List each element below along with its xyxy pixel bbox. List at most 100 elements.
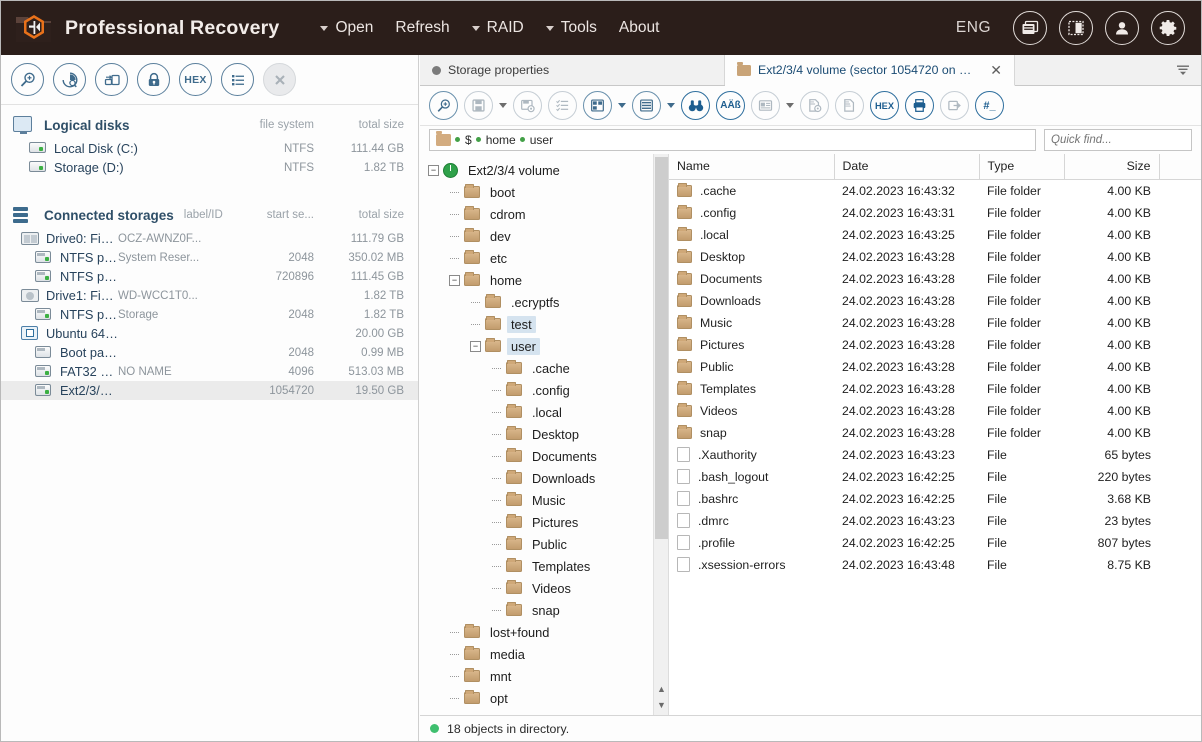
storage-row[interactable]: Drive1: Fixed WDC ...WD-WCC1T0...1.82 TB (1, 286, 418, 305)
windows-icon[interactable] (1013, 11, 1047, 45)
hash-button[interactable]: #_ (975, 91, 1004, 120)
text-encoding-button[interactable]: AÄß (716, 91, 745, 120)
file-copy-button[interactable] (835, 91, 864, 120)
storage-row[interactable]: FAT32 partitionNO NAME4096513.03 MB (1, 362, 418, 381)
scan-magnifier-button[interactable] (11, 63, 44, 96)
tree-node[interactable]: lost+found (420, 621, 668, 643)
collapse-toggle-icon[interactable]: − (470, 341, 481, 352)
table-row[interactable]: Videos24.02.2023 16:43:28File folder4.00… (669, 400, 1201, 422)
collapse-toggle-icon[interactable]: − (449, 275, 460, 286)
menu-open[interactable]: Open (309, 15, 384, 41)
lock-button[interactable] (137, 63, 170, 96)
tree-node[interactable]: test (420, 313, 668, 335)
table-row[interactable]: .cache24.02.2023 16:43:32File folder4.00… (669, 180, 1201, 202)
tree-node[interactable]: Pictures (420, 511, 668, 533)
storage-row[interactable]: Ubuntu 64-bit.vmdk20.00 GB (1, 324, 418, 343)
column-header-type[interactable]: Type (979, 154, 1064, 180)
table-row[interactable]: .Xauthority24.02.2023 16:43:23File65 byt… (669, 444, 1201, 466)
table-row[interactable]: .bash_logout24.02.2023 16:42:25File220 b… (669, 466, 1201, 488)
storage-row[interactable]: NTFS partitionStorage20481.82 TB (1, 305, 418, 324)
close-icon[interactable]: ✕ (990, 62, 1002, 79)
menu-about[interactable]: About (608, 15, 671, 41)
scrollbar-thumb[interactable] (655, 157, 668, 539)
tree-scrollbar[interactable]: ▲ ▼ (653, 154, 668, 715)
tree-node[interactable]: Music (420, 489, 668, 511)
export-button[interactable] (940, 91, 969, 120)
tree-node[interactable]: mnt (420, 665, 668, 687)
table-row[interactable]: .xsession-errors24.02.2023 16:43:48File8… (669, 554, 1201, 576)
table-row[interactable]: .profile24.02.2023 16:42:25File807 bytes (669, 532, 1201, 554)
file-settings-button[interactable] (800, 91, 829, 120)
list-item[interactable]: Local Disk (C:) NTFS 111.44 GB (1, 139, 418, 158)
menu-tools[interactable]: Tools (535, 15, 608, 41)
tab-list-icon[interactable] (1165, 55, 1201, 85)
table-row[interactable]: Public24.02.2023 16:43:28File folder4.00… (669, 356, 1201, 378)
table-row[interactable]: Documents24.02.2023 16:43:28File folder4… (669, 268, 1201, 290)
table-row[interactable]: snap24.02.2023 16:43:28File folder4.00 K… (669, 422, 1201, 444)
tree-node[interactable]: etc (420, 247, 668, 269)
tree-node[interactable]: Templates (420, 555, 668, 577)
tree-node[interactable]: Downloads (420, 467, 668, 489)
user-account-icon[interactable] (1105, 11, 1139, 45)
chevron-down-icon[interactable] (667, 103, 675, 108)
collapse-toggle-icon[interactable]: − (428, 165, 439, 176)
table-row[interactable]: Templates24.02.2023 16:43:28File folder4… (669, 378, 1201, 400)
chevron-down-icon[interactable] (618, 103, 626, 108)
column-header-date[interactable]: Date (834, 154, 979, 180)
tree-node[interactable]: Videos (420, 577, 668, 599)
tree-node[interactable]: snap (420, 599, 668, 621)
tree-node[interactable]: −home (420, 269, 668, 291)
print-button[interactable] (905, 91, 934, 120)
tree-node[interactable]: .cache (420, 357, 668, 379)
table-row[interactable]: Pictures24.02.2023 16:43:28File folder4.… (669, 334, 1201, 356)
search-input[interactable] (1051, 134, 1202, 146)
chevron-down-icon[interactable] (786, 103, 794, 108)
checklist-button[interactable] (548, 91, 577, 120)
save-button[interactable] (464, 91, 493, 120)
recover-settings-button[interactable] (513, 91, 542, 120)
tree-node[interactable]: −user (420, 335, 668, 357)
tree-node[interactable]: .local (420, 401, 668, 423)
hex-view-button[interactable]: HEX (870, 91, 899, 120)
table-row[interactable]: Music24.02.2023 16:43:28File folder4.00 … (669, 312, 1201, 334)
tree-node[interactable]: cdrom (420, 203, 668, 225)
table-row[interactable]: .bashrc24.02.2023 16:42:25File3.68 KB (669, 488, 1201, 510)
menu-refresh[interactable]: Refresh (384, 15, 460, 41)
explore-magnifier-button[interactable] (429, 91, 458, 120)
scroll-down-arrow-icon[interactable]: ▼ (654, 697, 668, 713)
table-row[interactable]: Desktop24.02.2023 16:43:28File folder4.0… (669, 246, 1201, 268)
quick-find[interactable] (1044, 129, 1192, 151)
menu-raid[interactable]: RAID (461, 15, 535, 41)
settings-gear-icon[interactable] (1151, 11, 1185, 45)
breadcrumb-item-root[interactable]: $ (455, 133, 472, 147)
tab-ext-volume[interactable]: Ext2/3/4 volume (sector 1054720 on Ubunt… (725, 55, 1015, 86)
table-row[interactable]: .dmrc24.02.2023 16:43:23File23 bytes (669, 510, 1201, 532)
chevron-down-icon[interactable] (499, 103, 507, 108)
clone-disk-button[interactable] (95, 63, 128, 96)
tree-node[interactable]: dev (420, 225, 668, 247)
breadcrumb-item-user[interactable]: user (520, 133, 553, 147)
preview-button[interactable] (751, 91, 780, 120)
breadcrumb[interactable]: $ home user (429, 129, 1036, 151)
list-view-button[interactable] (221, 63, 254, 96)
tree-node[interactable]: boot (420, 181, 668, 203)
find-button[interactable] (681, 91, 710, 120)
tree-node[interactable]: −Ext2/3/4 volume (420, 159, 668, 181)
tree-node[interactable]: Documents (420, 445, 668, 467)
storage-row[interactable]: Ext2/3/4 partition105472019.50 GB (1, 381, 418, 400)
tree-node[interactable]: opt (420, 687, 668, 709)
disk-chart-button[interactable] (53, 63, 86, 96)
panel-layout-icon[interactable] (1059, 11, 1093, 45)
list-item[interactable]: Storage (D:) NTFS 1.82 TB (1, 158, 418, 177)
hex-editor-button[interactable]: HEX (179, 63, 212, 96)
tab-storage-properties[interactable]: Storage properties (420, 55, 725, 85)
tree-node[interactable]: media (420, 643, 668, 665)
table-row[interactable]: .config24.02.2023 16:43:31File folder4.0… (669, 202, 1201, 224)
scroll-up-arrow-icon[interactable]: ▲ (654, 681, 668, 697)
storage-row[interactable]: NTFS partitionSystem Reser...2048350.02 … (1, 248, 418, 267)
tree-node[interactable]: .ecryptfs (420, 291, 668, 313)
view-mode-button[interactable] (583, 91, 612, 120)
tree-node[interactable]: Public (420, 533, 668, 555)
column-header-size[interactable]: Size (1064, 154, 1159, 180)
language-selector[interactable]: ENG (956, 19, 991, 37)
